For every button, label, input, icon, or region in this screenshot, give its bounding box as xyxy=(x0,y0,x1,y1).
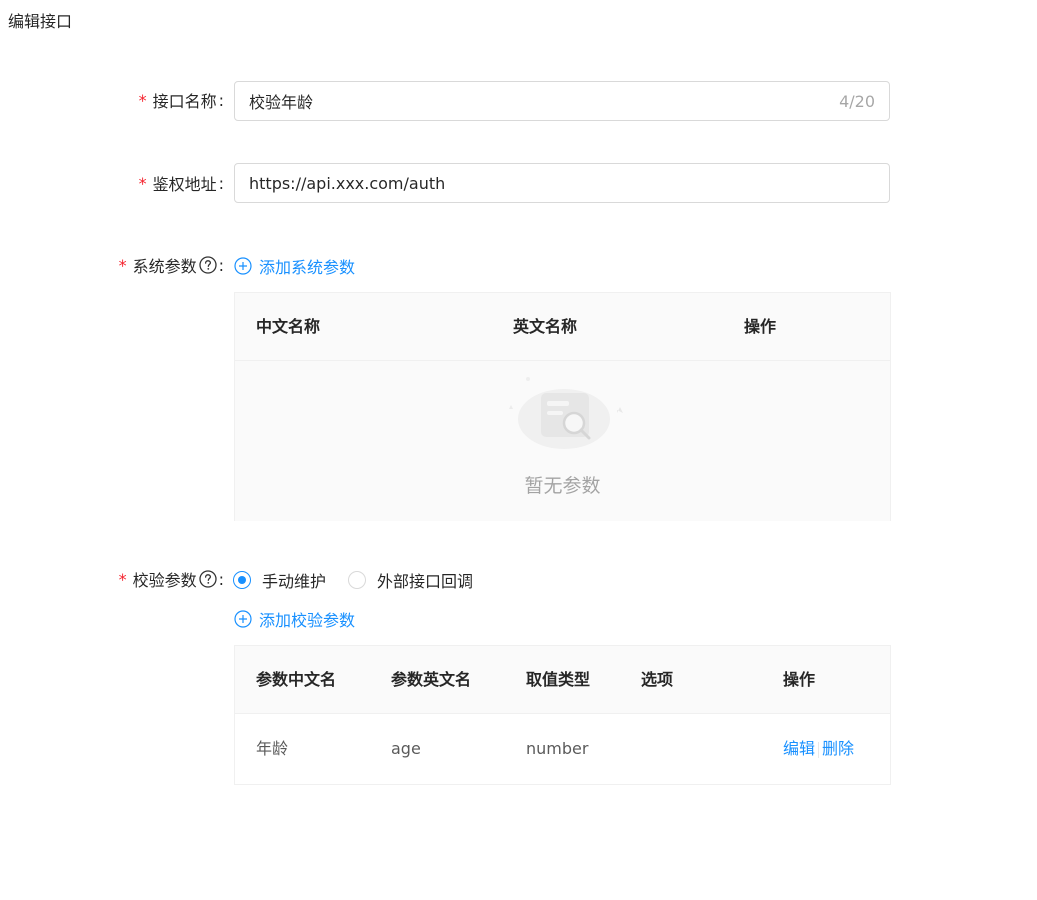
verify-params-label: 校验参数 xyxy=(132,571,197,590)
delete-button[interactable]: 删除 xyxy=(822,739,854,758)
empty-text: 暂无参数 xyxy=(524,475,601,497)
cell-cn-name: 年龄 xyxy=(256,739,289,758)
column-header: 操作 xyxy=(783,670,816,689)
cell-type: number xyxy=(526,739,589,758)
system-params-label-wrap: * 系统参数 : xyxy=(119,253,224,277)
table-header: 中文名称 英文名称 操作 xyxy=(235,292,890,361)
label-colon: : xyxy=(218,90,224,110)
required-mark: * xyxy=(118,569,127,589)
table-row: 年龄 age number 编辑 删除 xyxy=(235,714,890,785)
auth-label: 鉴权地址 xyxy=(152,175,217,194)
column-header: 英文名称 xyxy=(513,317,578,336)
plus-circle-icon xyxy=(234,257,252,275)
add-verify-param-link[interactable]: 添加校验参数 xyxy=(234,607,355,631)
question-circle-icon[interactable] xyxy=(198,256,217,274)
name-input-value: 校验年龄 xyxy=(249,93,314,112)
question-circle-icon[interactable] xyxy=(198,570,217,588)
empty-search-icon xyxy=(509,377,623,449)
action-divider xyxy=(818,741,820,758)
column-header: 参数中文名 xyxy=(256,670,337,689)
radio-label: 外部接口回调 xyxy=(377,572,474,591)
cell-en-name: age xyxy=(391,739,421,758)
system-params-label: 系统参数 xyxy=(132,257,197,276)
add-system-param-label: 添加系统参数 xyxy=(259,258,356,277)
cell-actions: 编辑 删除 xyxy=(783,714,854,784)
verify-params-label-wrap: * 校验参数 : xyxy=(119,567,224,591)
auth-url-input[interactable]: https://api.xxx.com/auth xyxy=(234,163,890,203)
column-header: 参数英文名 xyxy=(391,670,472,689)
label-colon: : xyxy=(218,569,224,589)
add-system-param-link[interactable]: 添加系统参数 xyxy=(234,254,355,278)
label-colon: : xyxy=(218,173,224,193)
system-params-table: 中文名称 英文名称 操作 暂无参数 xyxy=(234,292,891,521)
edit-button[interactable]: 编辑 xyxy=(783,739,815,758)
column-header: 选项 xyxy=(641,670,674,689)
column-header: 取值类型 xyxy=(526,670,591,689)
verify-params-table: 参数中文名 参数英文名 取值类型 选项 操作 年龄 age number 编辑删… xyxy=(234,645,891,785)
auth-url-value: https://api.xxx.com/auth xyxy=(249,173,446,193)
required-mark: * xyxy=(118,255,127,275)
name-label-wrap: * 接口名称 : xyxy=(139,88,224,112)
column-header: 操作 xyxy=(744,317,777,336)
label-colon: : xyxy=(218,255,224,275)
page-title: 编辑接口 xyxy=(8,12,73,31)
add-verify-param-label: 添加校验参数 xyxy=(259,611,356,630)
column-header: 中文名称 xyxy=(256,317,321,336)
required-mark: * xyxy=(138,90,147,110)
name-label: 接口名称 xyxy=(152,92,217,111)
radio-checked-icon xyxy=(233,571,251,589)
name-input[interactable]: 校验年龄 4/20 xyxy=(234,81,890,121)
verify-source-radio-group: 手动维护 外部接口回调 xyxy=(233,568,495,592)
radio-label: 手动维护 xyxy=(262,572,327,591)
required-mark: * xyxy=(138,173,147,193)
radio-external-callback[interactable]: 外部接口回调 xyxy=(348,568,473,592)
auth-label-wrap: * 鉴权地址 : xyxy=(139,171,224,195)
radio-manual[interactable]: 手动维护 xyxy=(233,568,326,592)
radio-unchecked-icon xyxy=(348,571,367,589)
name-char-count: 4/20 xyxy=(839,91,875,111)
empty-state: 暂无参数 xyxy=(235,361,890,521)
plus-circle-icon xyxy=(234,610,252,628)
table-header: 参数中文名 参数英文名 取值类型 选项 操作 xyxy=(235,645,890,714)
